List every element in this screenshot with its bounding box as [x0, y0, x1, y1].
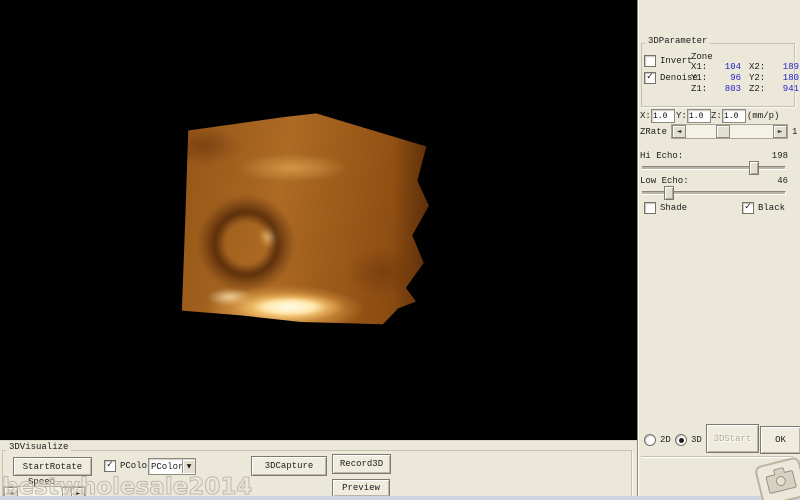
ok-button[interactable]: OK [760, 426, 800, 454]
window-edge-strip [0, 496, 800, 500]
panel-divider [641, 456, 793, 458]
check-icon: ✓ [106, 460, 114, 470]
scale-x-input[interactable] [651, 109, 675, 123]
black-checkbox[interactable]: ✓ [742, 202, 754, 214]
scale-z-label: Z: [711, 111, 722, 121]
hi-echo-label: Hi Echo: [640, 151, 684, 161]
check-icon: ✓ [744, 202, 752, 212]
zone-title: Zone [691, 52, 713, 62]
pcolor-checkbox-row[interactable]: ✓ PColor [104, 460, 152, 472]
scale-z-input[interactable] [722, 109, 746, 123]
hi-echo-slider-thumb[interactable] [749, 161, 759, 175]
zrate-left-arrow-icon[interactable]: ◄ [672, 125, 686, 138]
check-icon: ✓ [646, 72, 654, 82]
invert-checkbox-row[interactable]: Invert [644, 55, 692, 67]
zrate-scrollbar[interactable]: ◄ ► [671, 124, 788, 139]
record3d-button[interactable]: Record3D [332, 454, 391, 474]
black-label: Black [758, 203, 786, 213]
low-echo-slider-thumb[interactable] [664, 186, 674, 200]
mode-2d-label: 2D [660, 435, 671, 445]
zone-y1-value: 96 [730, 73, 741, 83]
scale-y-input[interactable] [687, 109, 711, 123]
mode-3d-radio[interactable] [675, 434, 687, 446]
low-echo-value: 46 [777, 176, 788, 186]
mode-3d-label: 3D [691, 435, 702, 445]
zone-y2-label: Y2: [749, 73, 766, 83]
zone-z2-value: 941 [782, 84, 799, 94]
preview-button[interactable]: Preview [332, 479, 390, 497]
denoise-checkbox[interactable]: ✓ [644, 72, 656, 84]
ultrasound-texture [181, 113, 429, 325]
parameter-panel: 3DParameter Invert ✓ Denoise Zone X1: 10… [637, 0, 800, 500]
3dcapture-button[interactable]: 3DCapture [251, 456, 327, 476]
mode-2d-radio-row[interactable]: 2D [644, 434, 671, 446]
zrate-label: ZRate [640, 127, 668, 137]
zone-x1-value: 104 [724, 62, 741, 72]
low-echo-label: Low Echo: [640, 176, 689, 186]
zone-x2-value: 189 [782, 62, 799, 72]
pcolor-dropdown[interactable]: PColor ▼ [148, 458, 196, 475]
zone-values-grid: X1: 104 X2: 189 Y1: 96 Y2: 180 Z1: 803 Z… [691, 62, 799, 95]
pcolor-checkbox[interactable]: ✓ [104, 460, 116, 472]
pcolor-dropdown-value: PColor [151, 461, 182, 472]
zrate-right-arrow-icon[interactable]: ► [773, 125, 787, 138]
ultrasound-volume-render [181, 113, 429, 325]
scale-x-label: X: [640, 111, 651, 121]
zone-y2-value: 180 [782, 73, 799, 83]
zrate-scrollbar-thumb[interactable] [716, 125, 730, 138]
zone-y1-label: Y1: [691, 73, 708, 83]
shade-checkbox[interactable] [644, 202, 656, 214]
black-checkbox-row[interactable]: ✓ Black [742, 202, 785, 214]
zone-z2-label: Z2: [749, 84, 766, 94]
scale-y-label: Y: [676, 111, 687, 121]
shade-checkbox-row[interactable]: Shade [644, 202, 687, 214]
zrate-value: 1 [792, 127, 798, 137]
camera-stamp-icon [753, 456, 800, 500]
zone-z1-value: 803 [724, 84, 741, 94]
dropdown-arrow-icon[interactable]: ▼ [182, 460, 195, 473]
zone-x1-label: X1: [691, 62, 708, 72]
shade-label: Shade [660, 203, 688, 213]
visualize-panel: 3DVisualize StartRotate ✓ PColor PColor … [0, 440, 637, 500]
group-title-3dparameter: 3DParameter [645, 36, 711, 46]
scale-unit-label: (mm/p) [747, 111, 780, 121]
start-rotate-button[interactable]: StartRotate [13, 457, 92, 476]
zone-z1-label: Z1: [691, 84, 708, 94]
mode-3d-radio-row[interactable]: 3D [675, 434, 702, 446]
ultrasound-3d-viewport[interactable] [0, 0, 637, 440]
3dstart-button[interactable]: 3DStart [706, 424, 759, 453]
camera-icon [765, 469, 797, 494]
app-window: 3DParameter Invert ✓ Denoise Zone X1: 10… [0, 0, 800, 500]
denoise-checkbox-row[interactable]: ✓ Denoise [644, 72, 698, 84]
invert-checkbox[interactable] [644, 55, 656, 67]
group-title-3dvisualize: 3DVisualize [6, 442, 72, 452]
hi-echo-value: 198 [771, 151, 788, 161]
hi-echo-slider-track[interactable] [642, 166, 786, 170]
zone-x2-label: X2: [749, 62, 766, 72]
invert-label: Invert [660, 56, 693, 66]
mode-2d-radio[interactable] [644, 434, 656, 446]
